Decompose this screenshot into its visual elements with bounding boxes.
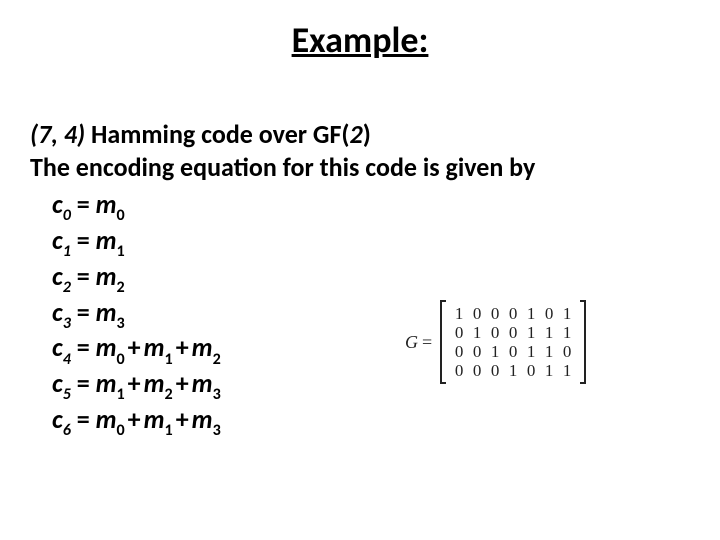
matrix-cell: 0 xyxy=(563,342,572,362)
matrix-cell: 1 xyxy=(545,342,554,362)
matrix-eq: = xyxy=(422,332,432,353)
matrix-cell: 0 xyxy=(545,304,554,324)
gf-base: 2 xyxy=(350,118,363,150)
matrix-cell: 0 xyxy=(491,361,500,381)
hamming-line: (7, 4) Hamming code over GF(2) xyxy=(30,118,690,151)
eq-c6: c6 = m0+m1+m3 xyxy=(52,404,690,440)
eq-c5: c5 = m1+m2+m3 xyxy=(52,368,690,404)
slide-title: Example: xyxy=(0,18,720,62)
matrix-cell: 1 xyxy=(563,304,572,324)
eq-c1: c1 = m1 xyxy=(52,225,690,261)
generator-matrix: G = 1000101010011100101100001011 xyxy=(405,300,588,384)
bracket-right-icon xyxy=(582,300,588,384)
hamming-text-1: Hamming code over GF( xyxy=(85,118,349,150)
matrix-cell: 1 xyxy=(563,323,572,343)
matrix-cell: 1 xyxy=(527,323,536,343)
matrix-cell: 0 xyxy=(509,323,518,343)
slide-body: (7, 4) Hamming code over GF(2) The encod… xyxy=(30,118,690,440)
matrix-cell: 1 xyxy=(545,361,554,381)
matrix-cell: 1 xyxy=(545,323,554,343)
matrix-cell: 0 xyxy=(473,342,482,362)
matrix-body: 1000101010011100101100001011 xyxy=(438,300,588,384)
matrix-cell: 0 xyxy=(527,361,536,381)
matrix-cell: 1 xyxy=(509,361,518,381)
matrix-cell: 0 xyxy=(455,342,464,362)
matrix-cell: 1 xyxy=(491,342,500,362)
matrix-cell: 0 xyxy=(473,304,482,324)
matrix-cell: 1 xyxy=(473,323,482,343)
matrix-label: G xyxy=(405,332,418,353)
eq-c0: c0 = m0 xyxy=(52,189,690,225)
matrix-cell: 0 xyxy=(509,304,518,324)
bracket-left-icon xyxy=(438,300,444,384)
encoding-line: The encoding equation for this code is g… xyxy=(30,151,690,184)
eq-c2: c2 = m2 xyxy=(52,261,690,297)
matrix-cell: 1 xyxy=(455,304,464,324)
hamming-text-2: ) xyxy=(363,118,371,150)
matrix-cell: 0 xyxy=(455,361,464,381)
matrix-cell: 0 xyxy=(491,304,500,324)
matrix-cell: 0 xyxy=(455,323,464,343)
slide: Example: (7, 4) Hamming code over GF(2) … xyxy=(0,0,720,540)
matrix-cell: 1 xyxy=(527,342,536,362)
hamming-params: (7, 4) xyxy=(30,118,85,150)
eq-c4: c4 = m0+m1+m2 xyxy=(52,332,690,368)
matrix-grid: 1000101010011100101100001011 xyxy=(444,300,582,384)
equations-block: c0 = m0 c1 = m1 c2 = m2 c3 = m3 c4 = m0+… xyxy=(30,189,690,440)
matrix-cell: 0 xyxy=(509,342,518,362)
matrix-cell: 0 xyxy=(473,361,482,381)
matrix-cell: 0 xyxy=(491,323,500,343)
matrix-cell: 1 xyxy=(563,361,572,381)
matrix-cell: 1 xyxy=(527,304,536,324)
eq-c3: c3 = m3 xyxy=(52,297,690,333)
